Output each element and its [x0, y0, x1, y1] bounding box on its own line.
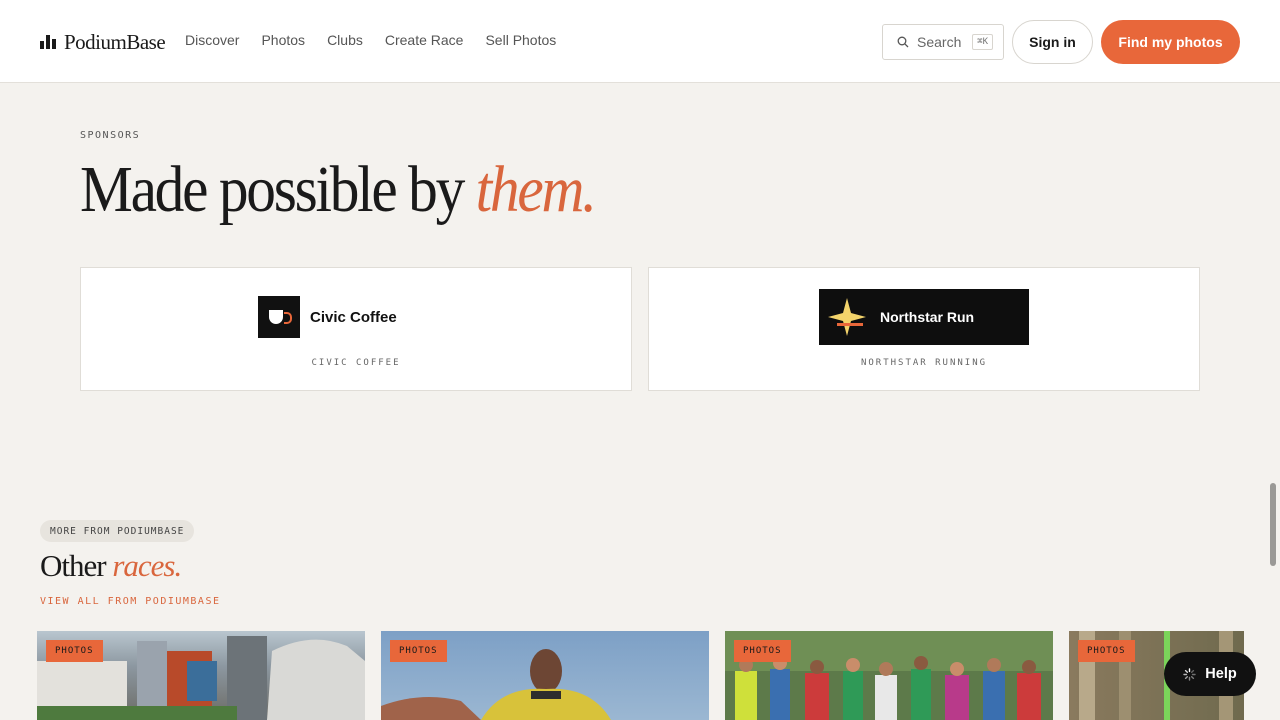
search-icon: [897, 36, 909, 48]
find-my-photos-button[interactable]: Find my photos: [1101, 20, 1240, 64]
photos-badge: PHOTOS: [734, 640, 791, 662]
brand-logo[interactable]: PodiumBase: [40, 28, 166, 56]
civic-coffee-logo-text: Civic Coffee: [310, 308, 397, 326]
help-label: Help: [1205, 666, 1237, 682]
race-card-runner[interactable]: PHOTOS: [381, 631, 709, 720]
spinner-icon: [1183, 667, 1196, 681]
star-icon: [825, 295, 869, 339]
sponsors-title: Made possible by them.: [80, 150, 597, 229]
coffee-cup-icon: [258, 296, 300, 338]
other-races-title: Other races.: [40, 548, 182, 584]
scrollbar-thumb[interactable]: [1270, 483, 1276, 566]
sponsors-eyebrow: SPONSORS: [80, 130, 141, 141]
nav-photos[interactable]: Photos: [261, 32, 305, 48]
race-card-crowd[interactable]: PHOTOS: [725, 631, 1053, 720]
northstar-logo-text: Northstar Run: [880, 309, 975, 325]
photos-badge: PHOTOS: [1078, 640, 1135, 662]
sponsor-card-civic-coffee[interactable]: Civic Coffee CIVIC COFFEE: [80, 267, 632, 391]
sponsors-title-accent: them.: [475, 153, 597, 226]
main-nav: Discover Photos Clubs Create Race Sell P…: [185, 32, 556, 48]
search-shortcut: ⌘K: [972, 34, 993, 50]
race-card-city[interactable]: PHOTOS: [37, 631, 365, 720]
civic-coffee-logo: Civic Coffee: [258, 296, 397, 338]
more-from-pill: MORE FROM PODIUMBASE: [40, 520, 195, 542]
nav-create-race[interactable]: Create Race: [385, 32, 464, 48]
brand-name: PodiumBase: [64, 29, 166, 54]
site-header: PodiumBase Discover Photos Clubs Create …: [0, 0, 1280, 83]
other-races-title-main: Other: [40, 548, 113, 583]
sign-in-button[interactable]: Sign in: [1012, 20, 1093, 64]
photos-badge: PHOTOS: [390, 640, 447, 662]
search-label: Search: [917, 34, 962, 50]
other-races-title-accent: races.: [112, 548, 182, 583]
sponsor-name: CIVIC COFFEE: [311, 358, 401, 368]
photos-badge: PHOTOS: [46, 640, 103, 662]
sponsor-name: NORTHSTAR RUNNING: [860, 358, 988, 368]
view-all-link[interactable]: VIEW ALL FROM PODIUMBASE: [40, 596, 221, 607]
nav-clubs[interactable]: Clubs: [327, 32, 363, 48]
northstar-run-logo: Northstar Run: [819, 289, 1029, 345]
nav-discover[interactable]: Discover: [185, 32, 239, 48]
sponsors-title-main: Made possible by: [80, 153, 476, 226]
help-button[interactable]: Help: [1164, 652, 1256, 696]
search-button[interactable]: Search ⌘K: [882, 24, 1004, 60]
nav-sell-photos[interactable]: Sell Photos: [485, 32, 556, 48]
podium-icon: [40, 35, 56, 49]
sponsor-card-northstar[interactable]: Northstar Run NORTHSTAR RUNNING: [648, 267, 1200, 391]
